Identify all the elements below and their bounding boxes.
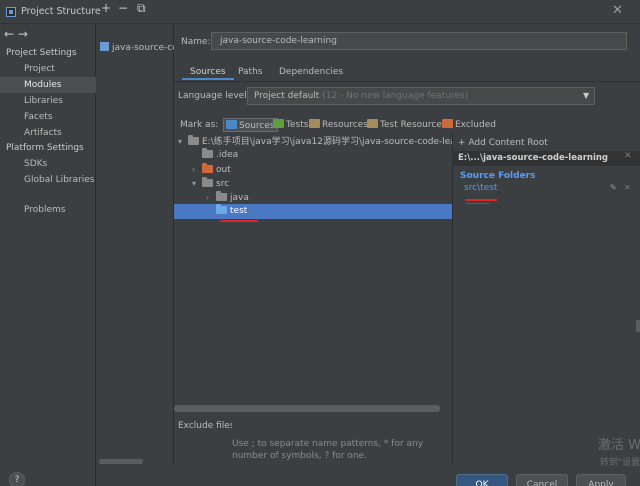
module-item-label: java-source-code-learning xyxy=(112,43,174,53)
activation-watermark-sub: 转到"设置 xyxy=(600,458,640,468)
mark-resources-button[interactable]: Resources xyxy=(309,118,368,132)
tree-row[interactable]: ▾ src xyxy=(174,176,452,191)
nav-item-global-libraries[interactable]: Global Libraries xyxy=(0,172,96,188)
mark-tests-label: Tests xyxy=(286,120,309,130)
tree-row-label: .idea xyxy=(216,150,239,160)
back-forward-icons[interactable]: ← → xyxy=(4,27,28,41)
cancel-button[interactable]: Cancel xyxy=(516,474,568,486)
module-icon xyxy=(100,42,109,51)
mark-sources-button[interactable]: Sources xyxy=(223,118,278,132)
red-underline-source-folder-2 xyxy=(466,203,490,204)
content-root-path: E:\...\java-source-code-learning xyxy=(452,151,640,166)
resources-folder-icon xyxy=(309,119,320,128)
source-folder-item[interactable]: src\test xyxy=(464,183,497,193)
nav-item-modules[interactable]: Modules xyxy=(0,77,96,93)
module-name-input[interactable]: java-source-code-learning xyxy=(211,32,627,50)
nav-item-artifacts[interactable]: Artifacts xyxy=(0,125,96,141)
tests-folder-icon xyxy=(273,119,284,128)
chevron-right-icon[interactable]: › xyxy=(192,162,202,177)
test-resources-folder-icon xyxy=(367,119,378,128)
language-level-label: Language level: xyxy=(178,91,250,101)
source-folders-title: Source Folders xyxy=(460,171,536,181)
nav-section-project-settings: Project Settings xyxy=(6,48,77,58)
tree-row-label: E:\练手项目\java学习\java12源码学习\java-source-co… xyxy=(202,137,452,147)
tree-row[interactable]: .idea xyxy=(174,148,452,163)
chevron-down-icon[interactable]: ▾ xyxy=(178,134,188,149)
exclude-files-hint: Use ; to separate name patterns, * for a… xyxy=(232,439,424,461)
app-icon xyxy=(6,7,16,17)
red-underline-test xyxy=(220,220,258,222)
sources-folder-icon xyxy=(226,120,237,129)
nav-item-sdks[interactable]: SDKs xyxy=(0,156,96,172)
remove-root-icon[interactable]: ✕ xyxy=(624,151,632,161)
nav-item-project[interactable]: Project xyxy=(0,61,96,77)
remove-module-icon[interactable]: − xyxy=(118,1,128,15)
edit-icon[interactable]: ✎ xyxy=(610,183,617,192)
language-level-hint: (12 - No new language features) xyxy=(322,91,469,101)
tree-row[interactable]: › out xyxy=(174,162,452,177)
plus-icon: + xyxy=(458,138,469,148)
tree-row-label: java xyxy=(230,193,249,203)
nav-item-problems[interactable]: Problems xyxy=(0,202,96,218)
close-icon[interactable]: ✕ xyxy=(612,3,623,18)
folder-icon xyxy=(202,148,213,158)
tree-row-selected[interactable]: test xyxy=(174,204,452,219)
excluded-folder-icon xyxy=(202,163,213,173)
tree-horizontal-scrollbar[interactable] xyxy=(174,405,440,412)
excluded-folder-icon xyxy=(442,119,453,128)
mark-as-label: Mark as: xyxy=(180,120,219,130)
chevron-down-icon[interactable]: ▾ xyxy=(192,176,202,191)
tab-dependencies[interactable]: Dependencies xyxy=(271,64,351,80)
panel-resize-handle[interactable] xyxy=(636,320,640,332)
nav-section-platform-settings: Platform Settings xyxy=(6,143,84,153)
tree-row-label: test xyxy=(230,206,248,216)
language-level-value: Project default xyxy=(254,91,320,101)
red-underline-source-folder xyxy=(465,199,497,201)
tab-paths[interactable]: Paths xyxy=(230,64,270,80)
exclude-files-input[interactable] xyxy=(232,416,452,434)
add-content-root-button[interactable]: + Add Content Root xyxy=(458,138,548,148)
tab-divider xyxy=(174,81,640,82)
folder-icon xyxy=(216,191,227,201)
tree-row-label: out xyxy=(216,165,231,175)
tree-row-label: src xyxy=(216,179,230,189)
language-level-select[interactable]: Project default (12 - No new language fe… xyxy=(247,87,595,105)
folder-icon xyxy=(188,135,199,145)
module-list xyxy=(96,24,174,464)
window-title: Project Structure xyxy=(21,6,101,17)
mark-test-resources-label: Test Resources xyxy=(380,120,447,130)
delete-icon[interactable]: ✕ xyxy=(624,183,631,192)
mark-sources-label: Sources xyxy=(239,121,275,131)
name-label: Name: xyxy=(181,37,211,47)
tree-row[interactable]: ▾ E:\练手项目\java学习\java12源码学习\java-source-c… xyxy=(174,134,452,149)
nav-item-libraries[interactable]: Libraries xyxy=(0,93,96,109)
mark-excluded-label: Excluded xyxy=(455,120,496,130)
folder-icon xyxy=(202,177,213,187)
mark-test-resources-button[interactable]: Test Resources xyxy=(367,118,447,132)
activation-watermark: 激活 W xyxy=(598,438,640,453)
module-item[interactable]: java-source-code-learning xyxy=(100,42,174,56)
exclude-files-label: Exclude files: xyxy=(178,421,238,431)
nav-item-facets[interactable]: Facets xyxy=(0,109,96,125)
mark-excluded-button[interactable]: Excluded xyxy=(442,118,496,132)
copy-module-icon[interactable]: ⧉ xyxy=(137,1,146,16)
tree-row[interactable]: › java xyxy=(174,190,452,205)
chevron-right-icon[interactable]: › xyxy=(206,190,216,205)
module-scrollbar[interactable] xyxy=(99,459,143,464)
mark-tests-button[interactable]: Tests xyxy=(273,118,308,132)
chevron-down-icon[interactable]: ▼ xyxy=(583,91,589,100)
add-content-root-label: Add Content Root xyxy=(468,138,548,148)
tab-sources[interactable]: Sources xyxy=(182,64,234,80)
ok-button[interactable]: OK xyxy=(456,474,508,486)
help-button[interactable]: ? xyxy=(9,472,25,486)
sources-folder-icon xyxy=(216,204,227,214)
mark-resources-label: Resources xyxy=(322,120,368,130)
add-module-icon[interactable]: + xyxy=(101,1,111,15)
apply-button[interactable]: Apply xyxy=(576,474,626,486)
